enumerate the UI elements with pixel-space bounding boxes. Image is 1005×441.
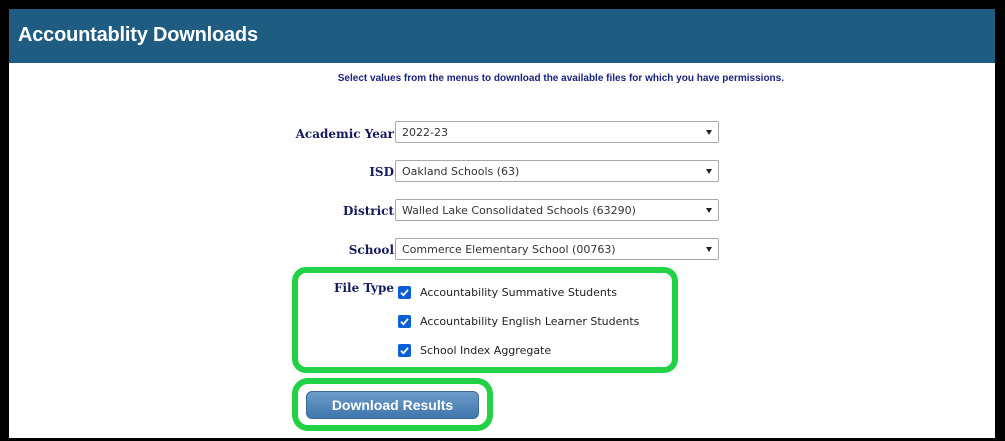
page-title: Accountablity Downloads (18, 24, 258, 46)
file-type-label: File Type (333, 281, 394, 295)
school-select[interactable]: Commerce Elementary School (00763) (395, 238, 719, 260)
school-label: School (348, 243, 394, 257)
academic-year-label: Academic Year (295, 127, 394, 141)
checkmark-icon (400, 318, 409, 326)
district-select[interactable]: Walled Lake Consolidated Schools (63290) (395, 199, 719, 221)
district-value: Walled Lake Consolidated Schools (63290) (402, 204, 636, 217)
isd-label: ISD (369, 165, 394, 179)
chevron-down-icon (706, 130, 712, 135)
checkbox-checked-icon[interactable] (398, 315, 411, 328)
chevron-down-icon (706, 169, 712, 174)
page-frame: Accountablity Downloads Select values fr… (9, 9, 995, 441)
checkbox-checked-icon[interactable] (398, 286, 411, 299)
chevron-down-icon (706, 208, 712, 213)
download-results-button[interactable]: Download Results (306, 391, 479, 419)
district-label: District (343, 204, 394, 218)
checkbox-label: Accountability English Learner Students (420, 315, 640, 328)
page-header: Accountablity Downloads (9, 9, 995, 63)
chevron-down-icon (706, 247, 712, 252)
checkmark-icon (400, 347, 409, 355)
instructions-text: Select values from the menus to download… (9, 73, 784, 84)
instructions-label: Select values from the menus to download… (337, 73, 784, 84)
checkmark-icon (400, 289, 409, 297)
isd-value: Oakland Schools (63) (402, 165, 520, 178)
academic-year-value: 2022-23 (402, 126, 448, 139)
school-value: Commerce Elementary School (00763) (402, 243, 616, 256)
checkbox-label: School Index Aggregate (420, 344, 552, 357)
academic-year-select[interactable]: 2022-23 (395, 121, 719, 143)
checkbox-checked-icon[interactable] (398, 344, 411, 357)
checkbox-label: Accountability Summative Students (420, 286, 617, 299)
isd-select[interactable]: Oakland Schools (63) (395, 160, 719, 182)
